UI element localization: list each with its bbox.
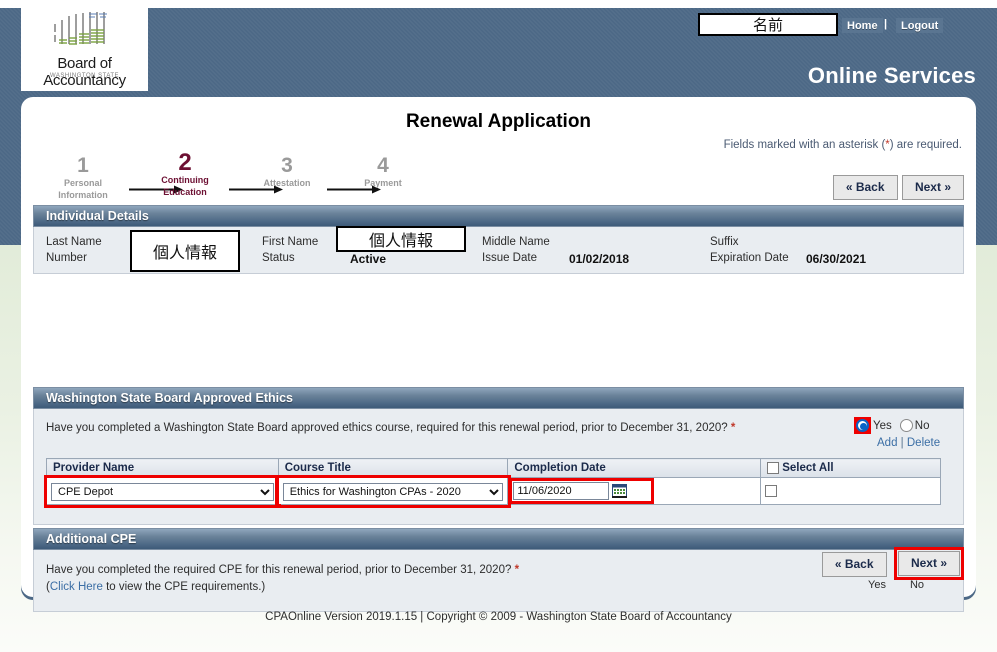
course-title-select[interactable]: Ethics for Washington CPAs - 2020 [282, 482, 504, 501]
ethics-required-asterisk: * [730, 422, 736, 434]
ethics-yes-radio[interactable] [856, 419, 869, 432]
cell-course-title: Ethics for Washington CPAs - 2020 [275, 474, 511, 508]
top-navigation-buttons: « Back Next » [832, 175, 964, 200]
calendar-icon[interactable] [612, 484, 628, 498]
step-label-line1: Payment [364, 178, 402, 188]
step-label-line2: Information [58, 190, 108, 200]
top-white-strip [0, 0, 997, 8]
row-select-checkbox[interactable] [765, 484, 778, 497]
first-name-label: First Name [262, 236, 319, 248]
provider-name-select[interactable]: CPE Depot [51, 482, 274, 501]
next-button-top[interactable]: Next » [901, 175, 964, 200]
wizard-steps: 1 Personal Information 2 Continuing Educ… [37, 149, 457, 204]
ethics-yes-label: Yes [873, 419, 892, 432]
step-number: 4 [377, 154, 389, 177]
status-label: Status [262, 252, 295, 264]
middle-name-label: Middle Name [482, 236, 550, 248]
ethics-no-label: No [914, 419, 930, 432]
column-course-title: Course Title [277, 458, 509, 478]
suffix-label: Suffix [710, 236, 739, 248]
cpe-subline-rest: to view the CPE requirements.) [102, 581, 266, 593]
cpe-yes-label: Yes [868, 579, 886, 591]
issue-date-label: Issue Date [482, 252, 537, 264]
individual-details-panel: Individual Details Last Name Number 個人情報… [33, 205, 964, 274]
step-label-line1: Attestation [263, 178, 311, 188]
step-label-line1: Continuing [161, 175, 209, 185]
step-label-line1: Personal [63, 178, 103, 188]
click-here-link[interactable]: Click Here [50, 581, 103, 593]
completion-date-input[interactable] [513, 482, 610, 500]
status-value: Active [350, 252, 387, 266]
user-name-redacted-box: 名前 [698, 13, 838, 36]
cpe-question-line2: (Click Here to view the CPE requirements… [46, 579, 519, 596]
cpe-question-block: Have you completed the required CPE for … [46, 562, 519, 596]
next-button-highlight: Next » [893, 547, 964, 580]
logout-link[interactable]: Logout [896, 18, 944, 33]
completion-date-highlight [509, 478, 655, 504]
wizard-step-attestation[interactable]: 3 Attestation [241, 154, 333, 188]
header-link-separator: | [884, 18, 888, 30]
table-header-row: Provider Name Course Title Completion Da… [46, 458, 941, 478]
action-separator: | [900, 437, 904, 449]
ethics-question-text: Have you completed a Washington State Bo… [46, 422, 735, 434]
add-row-link[interactable]: Add [877, 437, 897, 449]
next-button-bottom[interactable]: Next » [897, 551, 960, 576]
approved-ethics-body: Have you completed a Washington State Bo… [33, 409, 964, 525]
last-name-label: Last Name [46, 236, 102, 248]
bottom-navigation-buttons: « Back Next » [821, 547, 964, 580]
select-all-checkbox[interactable] [767, 462, 780, 474]
step-label-line2: Education [163, 187, 207, 197]
column-select-all: Select All [760, 458, 941, 478]
back-button-bottom[interactable]: « Back [821, 551, 887, 577]
column-completion-date: Completion Date [507, 458, 762, 478]
cell-completion-date [507, 477, 762, 505]
step-number: 3 [281, 154, 293, 177]
online-services-heading: Online Services [807, 63, 976, 88]
main-content-card: Renewal Application Fields marked with a… [21, 97, 976, 612]
step-number: 1 [77, 154, 89, 177]
ethics-yes-highlight [854, 417, 871, 434]
delete-row-link[interactable]: Delete [907, 437, 940, 449]
column-provider-name: Provider Name [46, 458, 279, 478]
wizard-step-continuing-education[interactable]: 2 Continuing Education [139, 149, 231, 198]
number-label: Number [46, 252, 87, 264]
wizard-step-personal-information[interactable]: 1 Personal Information [37, 154, 129, 200]
issue-date-value: 01/02/2018 [569, 252, 630, 266]
home-link[interactable]: Home [842, 18, 883, 33]
cpe-question-label: Have you completed the required CPE for … [46, 564, 512, 576]
cpe-question-line1: Have you completed the required CPE for … [46, 562, 519, 579]
cell-provider-name: CPE Depot [43, 474, 282, 508]
required-note-prefix: Fields marked with an asterisk ( [723, 139, 886, 151]
cpe-no-label: No [909, 579, 925, 591]
back-button-top[interactable]: « Back [832, 175, 898, 200]
cell-row-select [760, 477, 941, 505]
ethics-question-label: Have you completed a Washington State Bo… [46, 422, 728, 434]
select-all-label: Select All [782, 462, 834, 474]
expiration-date-label: Expiration Date [710, 252, 789, 264]
required-note-suffix: ) are required. [889, 139, 962, 151]
first-name-value-redacted: 個人情報 [336, 226, 466, 252]
ethics-courses-table: Provider Name Course Title Completion Da… [43, 458, 941, 508]
wizard-step-payment[interactable]: 4 Payment [337, 154, 429, 188]
approved-ethics-header: Washington State Board Approved Ethics [33, 387, 964, 409]
cpe-required-asterisk: * [514, 564, 520, 576]
approved-ethics-panel: Washington State Board Approved Ethics H… [33, 387, 964, 525]
required-fields-note: Fields marked with an asterisk (*) are r… [724, 139, 962, 151]
step-number: 2 [178, 149, 192, 176]
logo-chart-icon [54, 12, 107, 45]
ethics-no-radio[interactable] [899, 419, 913, 432]
page-title: Renewal Application [405, 111, 592, 132]
individual-details-header: Individual Details [33, 205, 964, 227]
ethics-radio-group: Yes No [854, 417, 937, 434]
expiration-date-value: 06/30/2021 [806, 252, 867, 266]
individual-details-body: Last Name Number 個人情報 First Name Status … [33, 226, 964, 274]
last-name-value-redacted: 個人情報 [130, 230, 240, 272]
ethics-row-actions: Add | Delete [877, 437, 940, 449]
table-row: CPE Depot Ethics for Washington CPAs - 2… [43, 474, 941, 508]
footer-text: CPAOnline Version 2019.1.15 | Copyright … [265, 611, 732, 623]
